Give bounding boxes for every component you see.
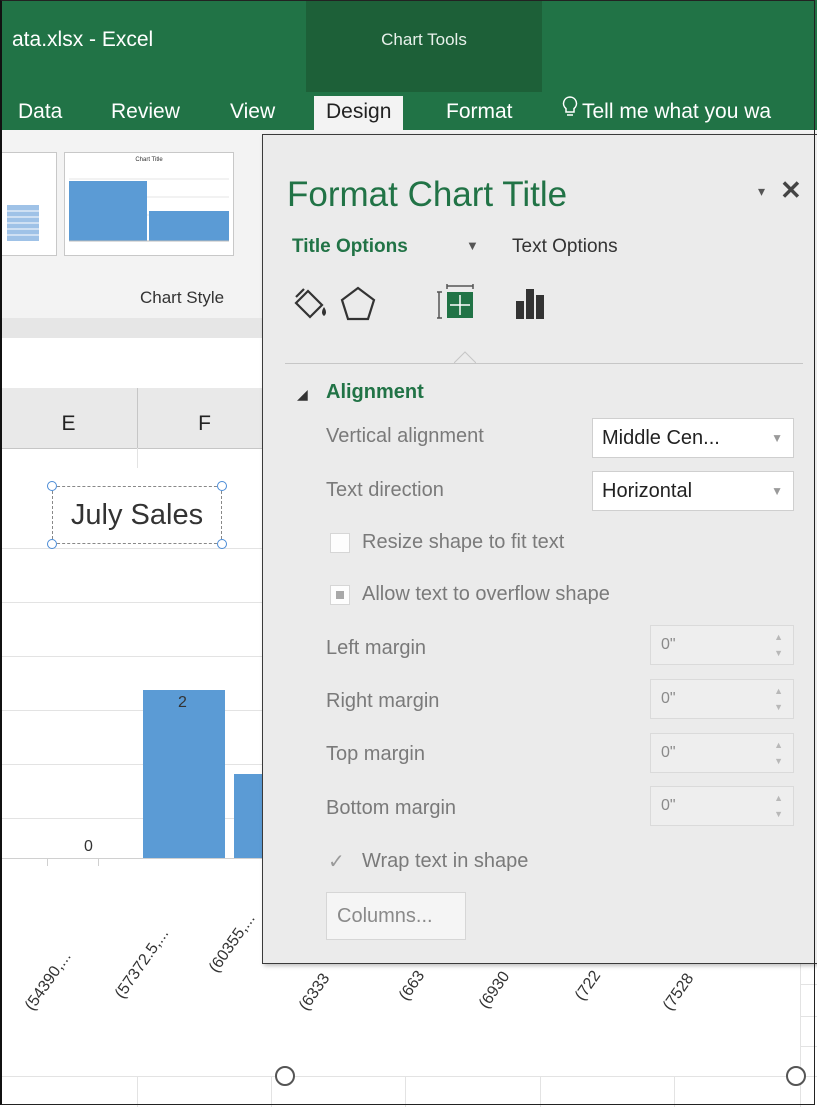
section-alignment[interactable]: Alignment [326, 381, 424, 404]
resize-shape-checkbox[interactable] [330, 533, 350, 553]
chart-resize-handle-corner[interactable] [786, 1066, 806, 1086]
chart-resize-handle-bottom[interactable] [275, 1066, 295, 1086]
x-tick-label: (7528 [660, 970, 698, 1014]
chart-bar[interactable] [234, 774, 264, 858]
effects-icon[interactable] [337, 283, 379, 325]
columns-button[interactable]: Columns... [326, 892, 466, 940]
spin-down-icon[interactable]: ▼ [774, 809, 783, 819]
chart-style-thumbnail-2[interactable]: Chart Title [64, 152, 234, 256]
right-margin-spinner[interactable]: 0" ▲ ▼ [650, 679, 794, 719]
wrap-text-label: Wrap text in shape [362, 850, 529, 872]
x-tick-label: (57372.5,... [112, 925, 173, 1002]
chevron-down-icon: ▼ [771, 484, 783, 498]
chart-tools-label: Chart Tools [381, 30, 467, 49]
size-properties-icon[interactable] [437, 283, 479, 325]
title-resize-handle-tr[interactable] [217, 481, 227, 491]
title-resize-handle-tl[interactable] [47, 481, 57, 491]
selected-tab-pointer [453, 346, 477, 368]
column-header-f[interactable]: F [138, 388, 272, 448]
spin-up-icon[interactable]: ▲ [774, 632, 783, 642]
tab-review[interactable]: Review [99, 96, 192, 130]
allow-overflow-label: Allow text to overflow shape [362, 583, 610, 605]
right-margin-label: Right margin [326, 690, 440, 712]
tab-view[interactable]: View [218, 96, 287, 130]
bottom-margin-spinner[interactable]: 0" ▲ ▼ [650, 786, 794, 826]
vertical-alignment-value: Middle Cen... [602, 427, 720, 449]
tab-title-options[interactable]: Title Options [292, 236, 408, 258]
chevron-down-icon: ▼ [771, 431, 783, 445]
data-label: 0 [84, 838, 93, 855]
x-tick-label: (54390,... [22, 948, 75, 1014]
left-margin-spinner[interactable]: 0" ▲ ▼ [650, 625, 794, 665]
section-collapse-icon[interactable]: ◢ [297, 386, 308, 403]
tab-text-options[interactable]: Text Options [512, 236, 618, 258]
x-axis-tick [47, 858, 48, 866]
wrap-text-checkbox[interactable]: ✓ [328, 849, 345, 874]
column-header-e[interactable]: E [0, 388, 138, 448]
data-label: 2 [178, 694, 187, 711]
resize-shape-label: Resize shape to fit text [362, 531, 565, 553]
top-margin-spinner[interactable]: 0" ▲ ▼ [650, 733, 794, 773]
vertical-alignment-label: Vertical alignment [326, 425, 484, 447]
x-tick-label: (60355,... [206, 910, 259, 976]
tab-format[interactable]: Format [434, 96, 525, 130]
spin-down-icon[interactable]: ▼ [774, 756, 783, 766]
fill-line-icon[interactable] [290, 283, 332, 325]
title-resize-handle-bl[interactable] [47, 539, 57, 549]
chart-style-thumbnail-1[interactable] [0, 152, 57, 256]
spin-up-icon[interactable]: ▲ [774, 793, 783, 803]
tell-me-text: Tell me what you wa [582, 100, 772, 123]
text-direction-value: Horizontal [602, 480, 693, 502]
chart-options-icon[interactable] [512, 283, 554, 325]
right-margin-value: 0" [661, 690, 676, 707]
spin-up-icon[interactable]: ▲ [774, 740, 783, 750]
pane-close-button[interactable]: ✕ [780, 175, 802, 206]
spin-down-icon[interactable]: ▼ [774, 702, 783, 712]
chart-styles-group-label: Chart Style [140, 288, 225, 307]
spin-up-icon[interactable]: ▲ [774, 686, 783, 696]
x-axis-line [0, 858, 270, 859]
x-axis-tick [98, 858, 99, 866]
pane-options-dropdown[interactable]: ▾ [758, 183, 765, 200]
pane-title: Format Chart Title [287, 175, 568, 214]
icon-row-divider [285, 363, 803, 364]
title-options-dropdown-icon[interactable]: ▼ [466, 238, 479, 253]
vertical-alignment-select[interactable]: Middle Cen... ▼ [592, 418, 794, 458]
x-tick-label: (663 [396, 967, 429, 1004]
x-tick-label: (722 [572, 967, 605, 1004]
bottom-margin-value: 0" [661, 797, 676, 814]
tell-me-search[interactable]: Tell me what you wa [562, 96, 771, 130]
chart-bar[interactable] [143, 690, 225, 858]
tab-data[interactable]: Data [6, 96, 74, 130]
bottom-margin-label: Bottom margin [326, 797, 457, 819]
left-margin-label: Left margin [326, 637, 427, 659]
left-margin-value: 0" [661, 636, 676, 653]
lightbulb-icon [562, 96, 578, 128]
tab-design[interactable]: Design [314, 96, 404, 130]
top-margin-label: Top margin [326, 743, 425, 765]
window-title: ata.xlsx - Excel [12, 28, 154, 51]
allow-overflow-checkbox[interactable] [330, 585, 350, 605]
text-direction-select[interactable]: Horizontal ▼ [592, 471, 794, 511]
top-margin-value: 0" [661, 744, 676, 761]
checkbox-indeterminate-mark [336, 591, 344, 599]
title-resize-handle-br[interactable] [217, 539, 227, 549]
x-tick-label: (6333 [296, 970, 334, 1014]
x-tick-label: (6930 [476, 968, 514, 1012]
spin-down-icon[interactable]: ▼ [774, 648, 783, 658]
text-direction-label: Text direction [326, 479, 444, 501]
chart-title[interactable]: July Sales [52, 486, 222, 544]
